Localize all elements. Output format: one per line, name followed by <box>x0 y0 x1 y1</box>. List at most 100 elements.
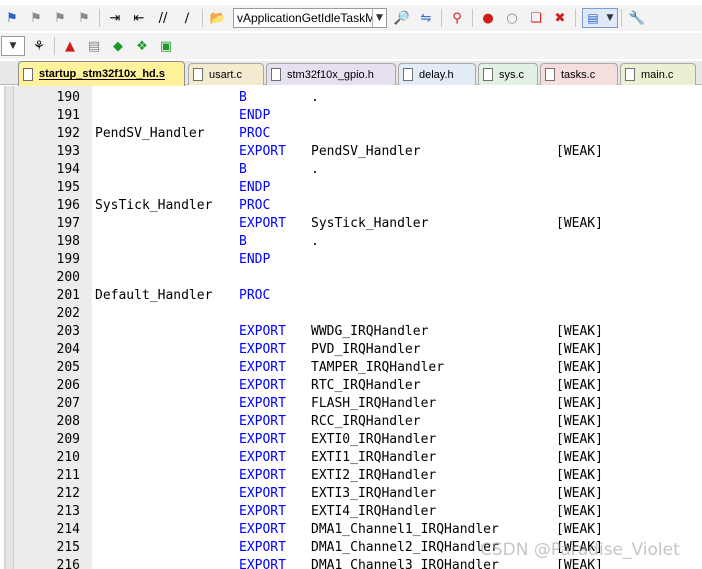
wizard-icon[interactable]: ⚘ <box>29 36 49 56</box>
code-instruction: EXPORT <box>239 522 286 537</box>
code-line[interactable]: 207 EXPORT FLASH_IRQHandler [WEAK] <box>14 395 702 413</box>
code-label: PendSV_Handler <box>95 126 205 141</box>
select-packs-icon[interactable]: ▤ <box>84 36 104 56</box>
code-instruction: ENDP <box>239 252 271 267</box>
code-line[interactable]: 202 <box>14 305 702 323</box>
bookmark-prev-icon[interactable]: ⚑ <box>26 8 46 28</box>
pack-installer-icon[interactable]: ❖ <box>132 36 152 56</box>
code-instruction: EXPORT <box>239 414 286 429</box>
kill-all-breakpoints-icon[interactable]: ✖ <box>550 8 570 28</box>
code-operand: DMA1_Channel3_IRQHandler <box>311 558 499 569</box>
find-in-files-icon[interactable]: 📂 <box>208 8 228 28</box>
code-instruction: EXPORT <box>239 432 286 447</box>
code-operand: EXTI4_IRQHandler <box>311 504 437 519</box>
breakpoint-gutter[interactable] <box>6 86 14 569</box>
tab-label: usart.c <box>209 68 243 81</box>
code-line[interactable]: 193 EXPORT PendSV_Handler [WEAK] <box>14 143 702 161</box>
code-label: SysTick_Handler <box>95 198 213 213</box>
tab-delay-h[interactable]: delay.h <box>398 63 476 85</box>
code-line[interactable]: 209 EXPORT EXTI0_IRQHandler [WEAK] <box>14 431 702 449</box>
code-line[interactable]: 198 B. <box>14 233 702 251</box>
code-line[interactable]: 204 EXPORT PVD_IRQHandler [WEAK] <box>14 341 702 359</box>
enable-breakpoint-icon[interactable]: ○ <box>502 8 522 28</box>
code-line[interactable]: 191 ENDP <box>14 107 702 125</box>
uncomment-icon[interactable]: ∕ <box>177 8 197 28</box>
code-line[interactable]: 213 EXPORT EXTI4_IRQHandler [WEAK] <box>14 503 702 521</box>
comment-icon[interactable]: // <box>153 8 173 28</box>
code-instruction: EXPORT <box>239 216 286 231</box>
code-line[interactable]: 200 <box>14 269 702 287</box>
code-line[interactable]: 194 B. <box>14 161 702 179</box>
manage-project-items-icon[interactable]: ▲ <box>60 36 80 56</box>
code-operand: SysTick_Handler <box>311 216 429 231</box>
toolbar-separator <box>621 9 622 27</box>
window-view-combo[interactable]: ▤ ▼ <box>582 8 618 28</box>
code-line[interactable]: 206 EXPORT RTC_IRQHandler [WEAK] <box>14 377 702 395</box>
code-attribute: [WEAK] <box>556 324 603 339</box>
tab-main-c[interactable]: main.c <box>620 63 696 85</box>
chevron-down-icon[interactable]: ▼ <box>603 13 617 23</box>
code-attribute: [WEAK] <box>556 342 603 357</box>
file-icon <box>483 68 493 81</box>
line-number: 208 <box>56 414 80 429</box>
code-instruction: ENDP <box>239 108 271 123</box>
indent-icon[interactable]: ⇥ <box>105 8 125 28</box>
replace-icon[interactable]: ⇋ <box>416 8 436 28</box>
bookmark-clear-icon[interactable]: ⚑ <box>74 8 94 28</box>
build-toolbar: ▼ ⚘ ▲ ▤ ◆ ❖ ▣ <box>0 33 702 59</box>
bookmark-next-icon[interactable]: ⚑ <box>50 8 70 28</box>
tab-usart-c[interactable]: usart.c <box>188 63 264 85</box>
bookmark-toggle-icon[interactable]: ⚑ <box>2 8 22 28</box>
code-operand: PendSV_Handler <box>311 144 421 159</box>
code-line[interactable]: 201 Default_Handler PROC <box>14 287 702 305</box>
code-line[interactable]: 203 EXPORT WWDG_IRQHandler [WEAK] <box>14 323 702 341</box>
code-line[interactable]: 199 ENDP <box>14 251 702 269</box>
code-line[interactable]: 211 EXPORT EXTI2_IRQHandler [WEAK] <box>14 467 702 485</box>
code-line[interactable]: 192 PendSV_Handler PROC <box>14 125 702 143</box>
code-instruction: EXPORT <box>239 324 286 339</box>
rebuild-icon[interactable]: ▣ <box>156 36 176 56</box>
code-attribute: [WEAK] <box>556 414 603 429</box>
tab-tasks-c[interactable]: tasks.c <box>540 63 618 85</box>
toolbar-separator <box>54 37 55 55</box>
unindent-icon[interactable]: ⇤ <box>129 8 149 28</box>
code-line[interactable]: 190 B. <box>14 89 702 107</box>
line-number: 214 <box>56 522 80 537</box>
code-operand: . <box>311 162 319 177</box>
disable-all-breakpoints-icon[interactable]: ❏ <box>526 8 546 28</box>
code-line[interactable]: 214 EXPORT DMA1_Channel1_IRQHandler [WEAK] <box>14 521 702 539</box>
code-line[interactable]: 208 EXPORT RCC_IRQHandler [WEAK] <box>14 413 702 431</box>
tab-stm32f10x-gpio-h[interactable]: stm32f10x_gpio.h <box>266 63 396 85</box>
toolbar-separator <box>202 9 203 27</box>
file-icon <box>23 67 33 81</box>
chevron-down-icon[interactable]: ▼ <box>372 9 386 27</box>
line-number: 196 <box>56 198 80 213</box>
configure-icon[interactable]: 🔧 <box>627 8 647 28</box>
code-attribute: [WEAK] <box>556 468 603 483</box>
target-combo-chevron-down-icon[interactable]: ▼ <box>1 36 25 56</box>
code-instruction: EXPORT <box>239 558 286 569</box>
code-line[interactable]: 212 EXPORT EXTI3_IRQHandler [WEAK] <box>14 485 702 503</box>
find-icon[interactable]: 🔎 <box>392 8 412 28</box>
start-debug-icon[interactable]: ⚲ <box>447 8 467 28</box>
tab-startup-stm32f10x-hd-s[interactable]: startup_stm32f10x_hd.s <box>18 61 185 86</box>
code-line[interactable]: 195 ENDP <box>14 179 702 197</box>
code-line[interactable]: 210 EXPORT EXTI1_IRQHandler [WEAK] <box>14 449 702 467</box>
code-line[interactable]: 205 EXPORT TAMPER_IRQHandler [WEAK] <box>14 359 702 377</box>
function-combo[interactable]: vApplicationGetIdleTaskM ▼ <box>233 8 387 28</box>
code-instruction: EXPORT <box>239 396 286 411</box>
code-lines: 190 B. 191 ENDP 192 PendSV_Handler PROC 193 EXPO… <box>14 89 702 569</box>
insert-breakpoint-icon[interactable]: ● <box>478 8 498 28</box>
code-instruction: EXPORT <box>239 144 286 159</box>
line-number: 207 <box>56 396 80 411</box>
code-instruction: PROC <box>239 126 271 141</box>
tab-sys-c[interactable]: sys.c <box>478 63 538 85</box>
line-number: 200 <box>56 270 80 285</box>
code-line[interactable]: 196 SysTick_Handler PROC <box>14 197 702 215</box>
code-operand: . <box>311 90 319 105</box>
code-line[interactable]: 197 EXPORT SysTick_Handler [WEAK] <box>14 215 702 233</box>
code-editor[interactable]: 190 B. 191 ENDP 192 PendSV_Handler PROC 193 EXPO… <box>4 86 702 569</box>
manage-run-time-environment-icon[interactable]: ◆ <box>108 36 128 56</box>
code-operand: EXTI3_IRQHandler <box>311 486 437 501</box>
line-number: 205 <box>56 360 80 375</box>
